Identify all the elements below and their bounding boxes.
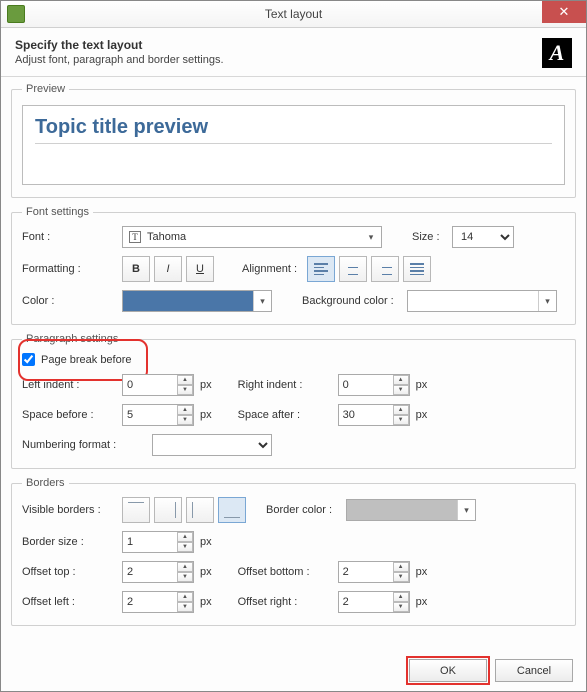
para-legend: Paragraph settings <box>22 333 122 345</box>
font-legend: Font settings <box>22 206 93 218</box>
align-justify-button[interactable] <box>403 256 431 282</box>
ok-button[interactable]: OK <box>409 659 487 682</box>
preview-group: Preview Topic title preview <box>11 83 576 198</box>
dialog-header: Specify the text layout Adjust font, par… <box>1 28 586 76</box>
unit-px: px <box>200 566 212 578</box>
dialog-footer: OK Cancel <box>409 659 573 682</box>
unit-px: px <box>200 379 212 391</box>
font-settings-group: Font settings Font : T Tahoma ▾ Size : 1… <box>11 206 576 325</box>
spaceafter-label: Space after : <box>238 409 338 421</box>
spacebefore-spinner[interactable]: ▲▼ <box>122 404 194 426</box>
truetype-icon: T <box>129 231 141 243</box>
borders-group: Borders Visible borders : Border color :… <box>11 477 576 626</box>
offbot-label: Offset bottom : <box>238 566 338 578</box>
size-label: Size : <box>412 231 452 243</box>
font-color-swatch <box>123 291 253 311</box>
offright-spinner[interactable]: ▲▼ <box>338 591 410 613</box>
unit-px: px <box>416 409 428 421</box>
border-bottom-button[interactable] <box>218 497 246 523</box>
italic-button[interactable]: I <box>154 256 182 282</box>
unit-px: px <box>200 536 212 548</box>
preview-text: Topic title preview <box>35 116 552 144</box>
text-style-icon: A <box>542 38 572 68</box>
bordersize-spinner[interactable]: ▲▼ <box>122 531 194 553</box>
offbot-spinner[interactable]: ▲▼ <box>338 561 410 583</box>
size-combo[interactable]: 14 <box>452 226 514 248</box>
unit-px: px <box>200 596 212 608</box>
leftindent-label: Left indent : <box>22 379 122 391</box>
offtop-spinner[interactable]: ▲▼ <box>122 561 194 583</box>
border-left-button[interactable] <box>186 497 214 523</box>
visible-borders-label: Visible borders : <box>22 504 122 516</box>
border-color-swatch <box>347 500 457 520</box>
font-value: Tahoma <box>147 231 186 243</box>
numfmt-label: Numbering format : <box>22 439 152 451</box>
preview-legend: Preview <box>22 83 69 95</box>
chevron-down-icon: ▾ <box>253 291 271 311</box>
chevron-down-icon: ▾ <box>363 229 379 245</box>
chevron-down-icon: ▾ <box>538 291 556 311</box>
border-color-picker[interactable]: ▾ <box>346 499 476 521</box>
unit-px: px <box>416 566 428 578</box>
offtop-label: Offset top : <box>22 566 122 578</box>
bg-color-swatch <box>408 291 538 311</box>
bg-color-picker[interactable]: ▾ <box>407 290 557 312</box>
borders-legend: Borders <box>22 477 69 489</box>
unit-px: px <box>416 379 428 391</box>
align-left-button[interactable] <box>307 256 335 282</box>
spacebefore-label: Space before : <box>22 409 122 421</box>
close-button[interactable]: ✕ <box>542 1 586 23</box>
border-right-button[interactable] <box>154 497 182 523</box>
color-label: Color : <box>22 295 122 307</box>
spaceafter-spinner[interactable]: ▲▼ <box>338 404 410 426</box>
app-icon <box>7 5 25 23</box>
offleft-label: Offset left : <box>22 596 122 608</box>
offleft-spinner[interactable]: ▲▼ <box>122 591 194 613</box>
font-color-picker[interactable]: ▾ <box>122 290 272 312</box>
window-title: Text layout <box>265 7 322 21</box>
header-title: Specify the text layout <box>15 38 224 52</box>
offright-label: Offset right : <box>238 596 338 608</box>
formatting-label: Formatting : <box>22 263 122 275</box>
numfmt-combo[interactable] <box>152 434 272 456</box>
title-bar: Text layout ✕ <box>1 1 586 28</box>
cancel-button[interactable]: Cancel <box>495 659 573 682</box>
align-center-button[interactable] <box>339 256 367 282</box>
underline-button[interactable]: U <box>186 256 214 282</box>
align-right-button[interactable] <box>371 256 399 282</box>
bgcolor-label: Background color : <box>302 295 407 307</box>
paragraph-settings-group: Paragraph settings Page break before Lef… <box>11 333 576 469</box>
alignment-label: Alignment : <box>242 263 297 275</box>
border-top-button[interactable] <box>122 497 150 523</box>
unit-px: px <box>416 596 428 608</box>
font-combo[interactable]: T Tahoma ▾ <box>122 226 382 248</box>
unit-px: px <box>200 409 212 421</box>
page-break-label: Page break before <box>41 354 132 366</box>
bordercolor-label: Border color : <box>266 504 346 516</box>
rightindent-spinner[interactable]: ▲▼ <box>338 374 410 396</box>
page-break-checkbox[interactable]: Page break before <box>22 353 132 366</box>
rightindent-label: Right indent : <box>238 379 338 391</box>
preview-box: Topic title preview <box>22 105 565 185</box>
leftindent-spinner[interactable]: ▲▼ <box>122 374 194 396</box>
font-label: Font : <box>22 231 122 243</box>
chevron-down-icon: ▾ <box>457 500 475 520</box>
bold-button[interactable]: B <box>122 256 150 282</box>
bordersize-label: Border size : <box>22 536 122 548</box>
page-break-input[interactable] <box>22 353 35 366</box>
header-subtitle: Adjust font, paragraph and border settin… <box>15 54 224 66</box>
